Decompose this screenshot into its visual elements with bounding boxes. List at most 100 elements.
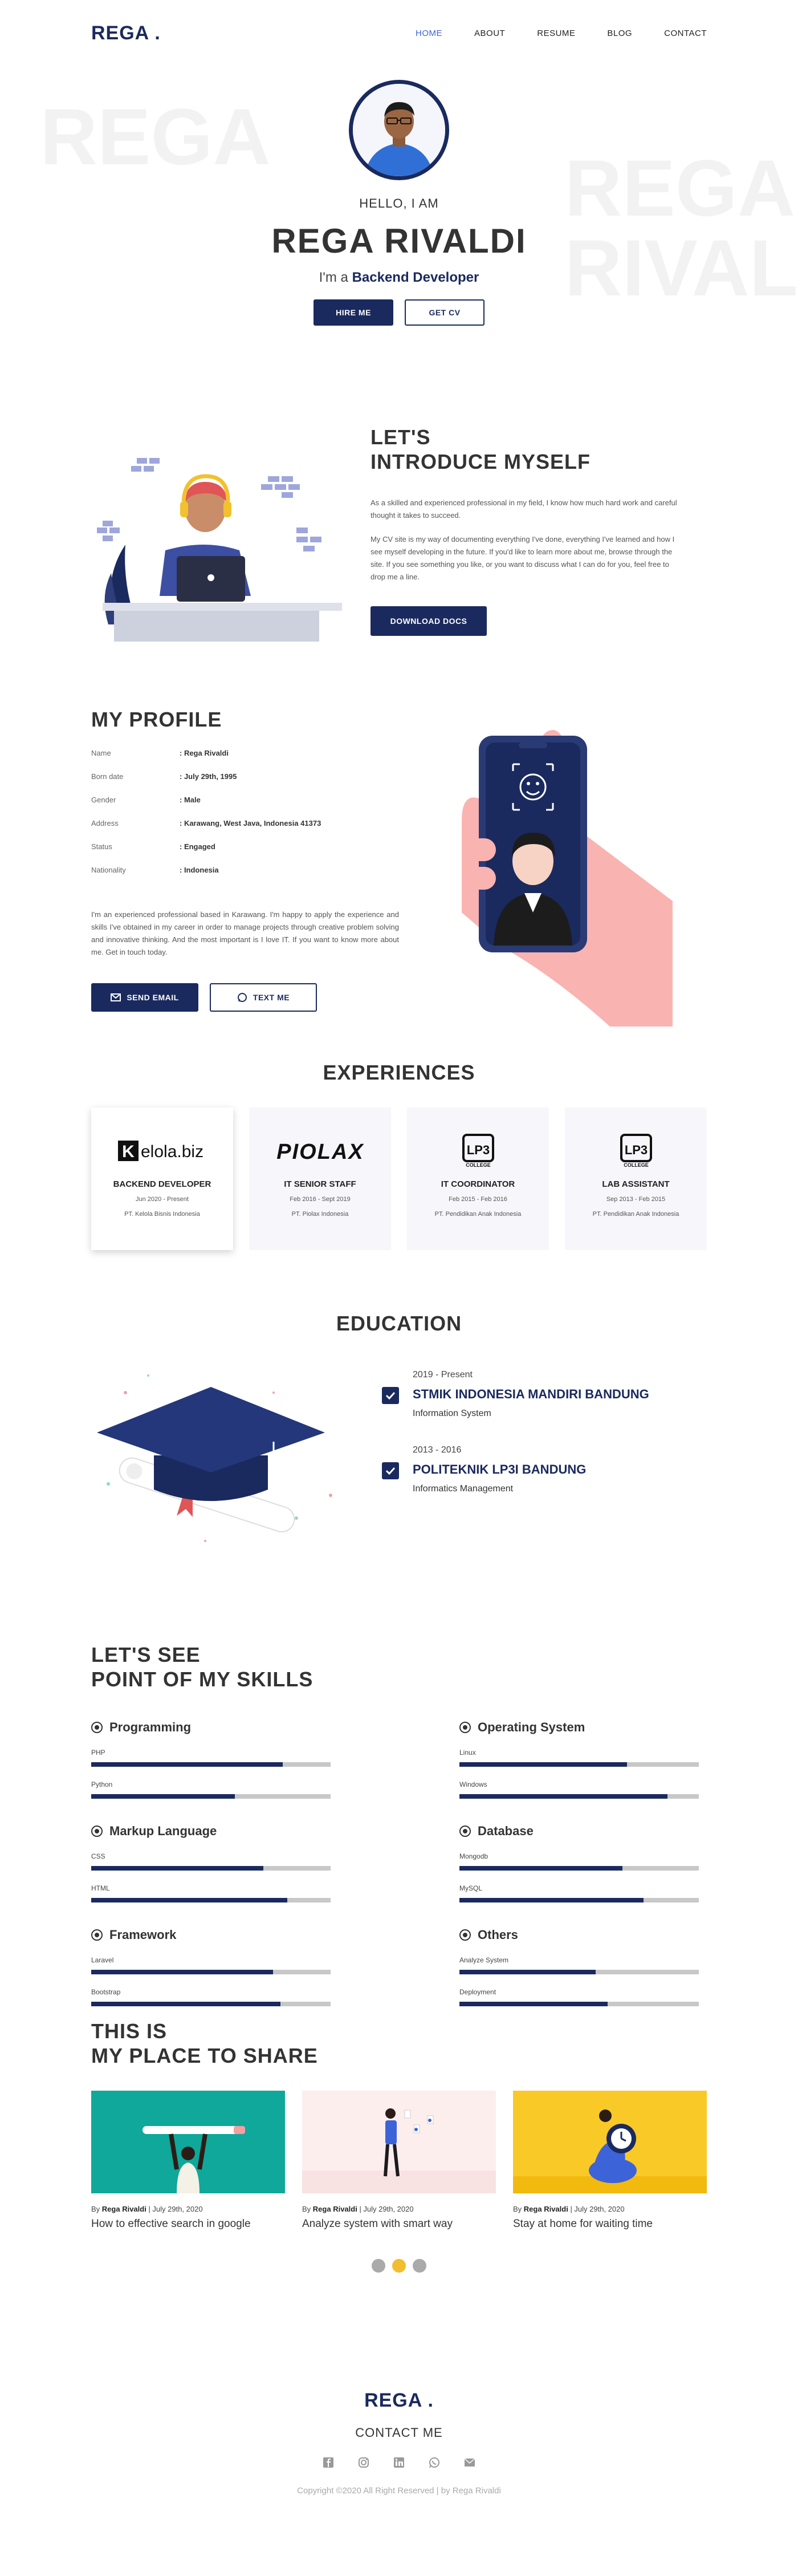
skill-item: Analyze System	[459, 1956, 699, 1975]
post-title[interactable]: Analyze system with smart way	[302, 2218, 496, 2230]
developer-illustration	[91, 453, 353, 642]
blog-post[interactable]: By Rega Rivaldi | July 29th, 2020 Stay a…	[513, 2091, 707, 2230]
nav-about[interactable]: ABOUT	[474, 29, 505, 38]
experience-card[interactable]: Kelola.biz BACKEND DEVELOPER Jun 2020 - …	[91, 1108, 233, 1250]
skill-group: Programming PHP Python	[91, 1720, 331, 1799]
nav-contact[interactable]: CONTACT	[664, 29, 707, 38]
skill-group-name: Framework	[109, 1928, 177, 1942]
experience-company: PT. Pendidikan Anak Indonesia	[592, 1211, 679, 1218]
carousel-dot[interactable]	[413, 2259, 426, 2273]
blog-post[interactable]: By Rega Rivaldi | July 29th, 2020 Analyz…	[302, 2091, 496, 2230]
post-title[interactable]: Stay at home for waiting time	[513, 2218, 707, 2230]
profile-key: Name	[91, 749, 111, 758]
skill-label: Mongodb	[459, 1852, 488, 1861]
svg-text:COLLEGE: COLLEGE	[624, 1162, 649, 1168]
radio-icon	[91, 1929, 103, 1941]
whatsapp-icon[interactable]	[428, 2456, 441, 2469]
blog-posts: By Rega Rivaldi | July 29th, 2020 How to…	[91, 2091, 707, 2230]
skill-group-title: Programming	[91, 1720, 331, 1735]
skill-bar-fill	[91, 1866, 264, 1871]
post-by: By	[302, 2205, 313, 2214]
intro-text: LET'S INTRODUCE MYSELF As a skilled and …	[370, 425, 678, 636]
contact-heading: CONTACT ME	[355, 2425, 443, 2440]
skill-bar	[459, 1794, 699, 1799]
send-email-button[interactable]: SEND EMAIL	[91, 983, 198, 1012]
experience-card[interactable]: PIOLAX IT SENIOR STAFF Feb 2016 - Sept 2…	[249, 1108, 391, 1250]
experience-card[interactable]: LP3 COLLEGE LAB ASSISTANT Sep 2013 - Feb …	[565, 1108, 707, 1250]
profile-key: Address	[91, 819, 119, 828]
experience-company: PT. Kelola Bisnis Indonesia	[124, 1211, 200, 1218]
instagram-icon[interactable]	[357, 2456, 370, 2469]
experience-role: IT SENIOR STAFF	[284, 1179, 356, 1189]
facebook-icon[interactable]	[322, 2456, 335, 2469]
radio-icon	[91, 1722, 103, 1734]
skill-group-name: Others	[478, 1928, 518, 1942]
download-docs-button[interactable]: DOWNLOAD DOCS	[370, 606, 487, 636]
skill-group-title: Others	[459, 1928, 699, 1942]
hero-section: REGA REGA RIVAL HELLO, I AM REGA RIVALDI…	[0, 80, 798, 371]
skills-title-line1: LET'S SEE	[91, 1643, 201, 1666]
intro-title: LET'S INTRODUCE MYSELF	[370, 425, 678, 474]
logo[interactable]: REGA .	[91, 22, 161, 44]
post-author[interactable]: Rega Rivaldi	[313, 2205, 357, 2213]
college-logo: LP3 COLLEGE	[407, 1134, 549, 1168]
experience-date: Sep 2013 - Feb 2015	[606, 1196, 666, 1203]
svg-text:COLLEGE: COLLEGE	[466, 1162, 491, 1168]
nav-menu: HOME ABOUT RESUME BLOG CONTACT	[416, 29, 707, 38]
post-author[interactable]: Rega Rivaldi	[102, 2205, 146, 2213]
skills-title: LET'S SEE POINT OF MY SKILLS	[91, 1642, 707, 1691]
hire-me-button[interactable]: HIRE ME	[314, 299, 393, 326]
intro-title-line2: INTRODUCE MYSELF	[370, 449, 591, 473]
mail-icon[interactable]	[463, 2456, 476, 2469]
blog-title: THIS IS MY PLACE TO SHARE	[91, 2019, 707, 2068]
avatar	[349, 80, 449, 180]
post-date: | July 29th, 2020	[357, 2205, 414, 2214]
skill-bar-fill	[459, 1794, 668, 1799]
svg-text:K: K	[122, 1142, 135, 1161]
post-author[interactable]: Rega Rivaldi	[524, 2205, 568, 2213]
footer-logo[interactable]: REGA .	[364, 2390, 434, 2412]
post-title[interactable]: How to effective search in google	[91, 2218, 285, 2230]
skill-group-title: Markup Language	[91, 1824, 331, 1839]
post-meta: By Rega Rivaldi | July 29th, 2020	[91, 2205, 285, 2213]
carousel-dot[interactable]	[372, 2259, 385, 2273]
skill-bar	[91, 1794, 331, 1799]
carousel-dot-active[interactable]	[392, 2259, 406, 2273]
skill-group: Markup Language CSS HTML	[91, 1824, 331, 1903]
hero-role-title: Backend Developer	[352, 270, 479, 285]
post-date: | July 29th, 2020	[146, 2205, 203, 2214]
experience-card[interactable]: LP3 COLLEGE IT COORDINATOR Feb 2015 - Feb…	[407, 1108, 549, 1250]
skill-item: Mongodb	[459, 1852, 699, 1871]
get-cv-button[interactable]: GET CV	[405, 299, 484, 326]
experience-title: EXPERIENCES	[323, 1061, 475, 1084]
nav-resume[interactable]: RESUME	[537, 29, 575, 38]
blog-post[interactable]: By Rega Rivaldi | July 29th, 2020 How to…	[91, 2091, 285, 2230]
nav-blog[interactable]: BLOG	[607, 29, 632, 38]
skill-group-name: Programming	[109, 1720, 192, 1735]
graduation-illustration	[91, 1370, 342, 1552]
hero-greeting: HELLO, I AM	[359, 196, 439, 210]
profile-about: I'm an experienced professional based in…	[91, 910, 399, 957]
experience-role: BACKEND DEVELOPER	[113, 1179, 211, 1189]
text-me-button[interactable]: TEXT ME	[210, 983, 317, 1012]
post-image	[513, 2091, 707, 2194]
linkedin-icon[interactable]	[393, 2456, 405, 2469]
profile-row: Nationality: Indonesia	[91, 866, 399, 889]
skill-item: CSS	[91, 1852, 331, 1871]
send-email-label: SEND EMAIL	[127, 992, 179, 1002]
social-links	[91, 2456, 707, 2469]
post-image	[302, 2091, 496, 2194]
post-meta: By Rega Rivaldi | July 29th, 2020	[302, 2205, 496, 2213]
nav-home[interactable]: HOME	[416, 29, 442, 38]
skill-label: Bootstrap	[91, 1988, 121, 1997]
profile-key: Status	[91, 842, 112, 851]
radio-icon	[459, 1722, 471, 1734]
skill-item: HTML	[91, 1884, 331, 1903]
profile-row: Address: Karawang, West Java, Indonesia …	[91, 819, 399, 842]
intro-section: LET'S INTRODUCE MYSELF As a skilled and …	[91, 371, 707, 673]
navbar: REGA . HOME ABOUT RESUME BLOG CONTACT	[91, 0, 707, 66]
skill-group: Database Mongodb MySQL	[459, 1824, 699, 1903]
skill-group-title: Framework	[91, 1928, 331, 1942]
experience-date: Jun 2020 - Present	[136, 1196, 189, 1203]
skill-bar-fill	[91, 1970, 274, 1975]
